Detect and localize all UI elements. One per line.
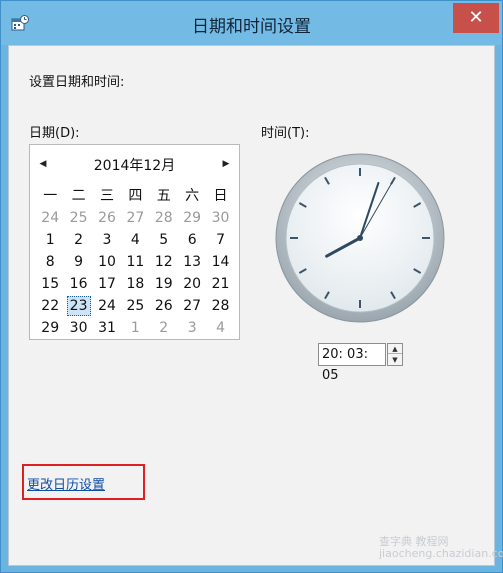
calendar-month-label[interactable]: 2014年12月 bbox=[60, 155, 209, 175]
calendar-day[interactable]: 16 bbox=[64, 273, 92, 295]
calendar-day[interactable]: 18 bbox=[121, 273, 149, 295]
weekday-header-row: 一 二 三 四 五 六 日 bbox=[36, 185, 235, 207]
calendar-day[interactable]: 4 bbox=[121, 229, 149, 251]
title-bar[interactable]: 日期和时间设置 ✕ bbox=[1, 1, 502, 45]
calendar-day[interactable]: 19 bbox=[150, 273, 178, 295]
calendar-day[interactable]: 21 bbox=[206, 273, 234, 295]
watermark: 查字典 教程网 jiaocheng.chazidian.com bbox=[379, 535, 503, 560]
weekday-label: 四 bbox=[128, 188, 143, 204]
calendar-week-row: 1 2 3 4 5 6 7 bbox=[36, 229, 235, 251]
calendar-day[interactable]: 4 bbox=[206, 317, 234, 339]
time-label: 时间(T): bbox=[261, 126, 310, 141]
calendar-day[interactable]: 17 bbox=[93, 273, 121, 295]
calendar-day[interactable]: 28 bbox=[206, 295, 234, 317]
clock-face-icon bbox=[275, 153, 445, 323]
calendar-day[interactable]: 28 bbox=[150, 207, 178, 229]
calendar-day[interactable]: 10 bbox=[93, 251, 121, 273]
weekday-label: 一 bbox=[43, 188, 58, 204]
calendar-day[interactable]: 9 bbox=[64, 251, 92, 273]
window-title: 日期和时间设置 bbox=[192, 17, 311, 37]
calendar-day[interactable]: 8 bbox=[36, 251, 64, 273]
date-label: 日期(D): bbox=[29, 126, 80, 141]
calendar-header: ◀ 2014年12月 ▶ bbox=[30, 155, 239, 175]
calendar-day[interactable]: 14 bbox=[206, 251, 234, 273]
close-icon: ✕ bbox=[468, 7, 484, 28]
heading-label: 设置日期和时间: bbox=[29, 75, 125, 90]
spin-up-button[interactable]: ▲ bbox=[388, 344, 402, 354]
calendar-day[interactable]: 1 bbox=[121, 317, 149, 339]
weekday-label: 五 bbox=[156, 188, 171, 204]
calendar-week-row: 24 25 26 27 28 29 30 bbox=[36, 207, 235, 229]
calendar-day[interactable]: 3 bbox=[178, 317, 206, 339]
calendar-day[interactable]: 27 bbox=[178, 295, 206, 317]
selected-day-label: 23 bbox=[66, 296, 91, 316]
next-month-button[interactable]: ▶ bbox=[219, 157, 233, 171]
calendar-day[interactable]: 3 bbox=[93, 229, 121, 251]
calendar-day[interactable]: 30 bbox=[64, 317, 92, 339]
calendar-day[interactable]: 25 bbox=[121, 295, 149, 317]
calendar-day[interactable]: 11 bbox=[121, 251, 149, 273]
calendar-day[interactable]: 15 bbox=[36, 273, 64, 295]
calendar-day[interactable]: 27 bbox=[121, 207, 149, 229]
calendar-day[interactable]: 2 bbox=[64, 229, 92, 251]
calendar-day[interactable]: 22 bbox=[36, 295, 64, 317]
calendar-day[interactable]: 13 bbox=[178, 251, 206, 273]
weekday-label: 二 bbox=[71, 188, 86, 204]
calendar-week-row: 8 9 10 11 12 13 14 bbox=[36, 251, 235, 273]
calendar-day-selected[interactable]: 23 bbox=[64, 295, 92, 317]
arrow-up-icon: ▲ bbox=[392, 345, 398, 353]
calendar-day[interactable]: 26 bbox=[93, 207, 121, 229]
calendar-day[interactable]: 24 bbox=[93, 295, 121, 317]
calendar-day[interactable]: 20 bbox=[178, 273, 206, 295]
arrow-down-icon: ▼ bbox=[392, 356, 398, 364]
chevron-right-icon: ▶ bbox=[222, 159, 230, 169]
calendar-week-row: 29 30 31 1 2 3 4 bbox=[36, 317, 235, 339]
calendar-day[interactable]: 30 bbox=[206, 207, 234, 229]
time-spinner: ▲ ▼ bbox=[387, 343, 403, 366]
weekday-label: 六 bbox=[185, 188, 200, 204]
dialog-body: 设置日期和时间: 日期(D): 时间(T): ◀ 2014年12月 ▶ 一 二 … bbox=[8, 45, 503, 566]
date-time-settings-window: 日期和时间设置 ✕ 设置日期和时间: 日期(D): 时间(T): ◀ 2014年… bbox=[0, 0, 503, 573]
calendar-day[interactable]: 25 bbox=[64, 207, 92, 229]
calendar-week-row: 22 23 24 25 26 27 28 bbox=[36, 295, 235, 317]
calendar-day[interactable]: 29 bbox=[36, 317, 64, 339]
calendar-day[interactable]: 26 bbox=[150, 295, 178, 317]
calendar-grid: 一 二 三 四 五 六 日 24 25 26 27 28 29 30 1 2 3… bbox=[36, 185, 235, 339]
spin-down-button[interactable]: ▼ bbox=[388, 355, 402, 365]
calendar-control[interactable]: ◀ 2014年12月 ▶ 一 二 三 四 五 六 日 24 25 26 27 2… bbox=[29, 144, 240, 340]
chevron-left-icon: ◀ bbox=[39, 159, 47, 169]
weekday-label: 日 bbox=[213, 188, 228, 204]
calendar-day[interactable]: 6 bbox=[178, 229, 206, 251]
analog-clock bbox=[274, 152, 446, 324]
calendar-day[interactable]: 2 bbox=[150, 317, 178, 339]
time-input[interactable]: 20: 03: 05 bbox=[318, 343, 386, 383]
calendar-day[interactable]: 5 bbox=[150, 229, 178, 251]
highlight-annotation bbox=[22, 464, 145, 500]
calendar-day[interactable]: 12 bbox=[150, 251, 178, 273]
weekday-label: 三 bbox=[99, 188, 114, 204]
calendar-day[interactable]: 1 bbox=[36, 229, 64, 251]
prev-month-button[interactable]: ◀ bbox=[36, 157, 50, 171]
calendar-day[interactable]: 7 bbox=[206, 229, 234, 251]
close-button[interactable]: ✕ bbox=[453, 3, 499, 33]
calendar-day[interactable]: 29 bbox=[178, 207, 206, 229]
calendar-day[interactable]: 31 bbox=[93, 317, 121, 339]
calendar-day[interactable]: 24 bbox=[36, 207, 64, 229]
calendar-week-row: 15 16 17 18 19 20 21 bbox=[36, 273, 235, 295]
